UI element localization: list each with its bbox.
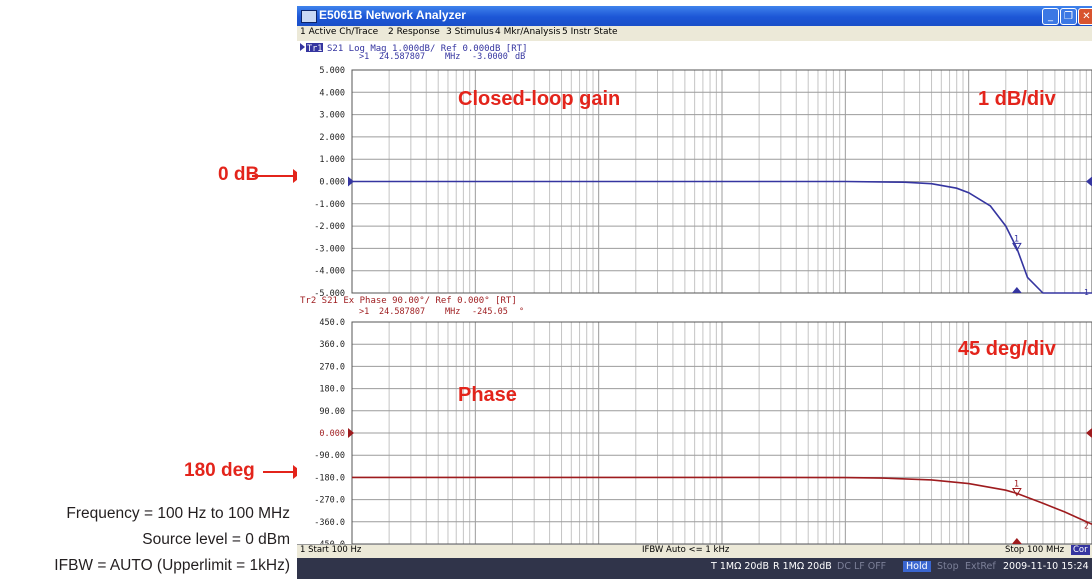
channel-status-bar: 1 Start 100 Hz IFBW Auto <= 1 kHz Stop 1… (297, 544, 1092, 558)
trace2-marker-value-unit: ° (519, 307, 524, 317)
y-tick-label: 450.0 (319, 318, 345, 328)
arrow-0db (252, 169, 302, 183)
y-tick-label: -3.000 (314, 244, 345, 254)
gain-title-annotation: Closed-loop gain (458, 88, 621, 110)
window-title: E5061B Network Analyzer (319, 8, 466, 22)
menu-mkr-analysis[interactable]: 4 Mkr/Analysis (495, 27, 560, 37)
y-tick-label: 5.000 (319, 66, 345, 76)
y-tick-label: -4.000 (314, 267, 345, 277)
trace2-marker-frequency: 24.587807 (379, 307, 425, 317)
start-frequency[interactable]: 1 Start 100 Hz (300, 545, 361, 555)
menu-stimulus[interactable]: 3 Stimulus (446, 27, 494, 37)
trace-number-label: 2 (1084, 521, 1089, 530)
datetime: 2009-11-10 15:24 (1003, 561, 1089, 572)
menu-response[interactable]: 2 Response (388, 27, 440, 37)
trace2-marker-value: -245.05 (472, 307, 508, 317)
y-tick-label: 90.00 (319, 407, 345, 417)
tr1-label: Tr1 (307, 44, 322, 54)
t-input-status: T 1MΩ 20dB (711, 561, 769, 572)
y-tick-label: 180.0 (319, 385, 345, 395)
y-tick-label: -270.0 (314, 496, 345, 506)
menu-bar: 1 Active Ch/Trace 2 Response 3 Stimulus … (297, 26, 1092, 41)
y-tick-label: -90.00 (314, 451, 345, 461)
minimize-icon[interactable]: _ (1042, 8, 1059, 25)
trace1-marker-frequency: 24.587807 (379, 52, 425, 62)
note-ifbw: IFBW = AUTO (Upperlimit = 1kHz) (54, 557, 290, 574)
trace-number-label: 1 (1084, 288, 1089, 297)
y-tick-label: 3.000 (319, 111, 345, 121)
annotation-180deg: 180 deg (184, 460, 255, 481)
y-tick-label: -180.0 (314, 473, 345, 483)
trace1-marker-number: >1 (359, 52, 369, 62)
note-source-level: Source level = 0 dBm (142, 531, 290, 548)
y-tick-label: -360.0 (314, 518, 345, 528)
y-tick-label: -5.000 (314, 289, 345, 299)
title-bar[interactable]: E5061B Network Analyzer _ ❐ ✕ (297, 6, 1092, 26)
marker-label: 1 (1014, 234, 1019, 244)
note-frequency: Frequency = 100 Hz to 100 MHz (66, 505, 290, 522)
y-tick-label: 270.0 (319, 362, 345, 372)
y-tick-label: 2.000 (319, 133, 345, 143)
menu-instr-state[interactable]: 5 Instr State (562, 27, 618, 37)
trace2-marker-unit: MHz (445, 307, 460, 317)
trace1-marker-value: -3.0000 (472, 52, 508, 62)
app-icon (301, 10, 317, 23)
stop-status: Stop (937, 561, 959, 572)
y-tick-label: 1.000 (319, 155, 345, 165)
gain-scale-annotation: 1 dB/div (978, 88, 1056, 110)
trace1-marker-unit: MHz (445, 52, 460, 62)
stop-frequency[interactable]: Stop 100 MHz (1005, 545, 1064, 555)
hold-status[interactable]: Hold (903, 561, 931, 572)
y-tick-label: 0.000 (319, 178, 345, 188)
ifbw-status[interactable]: IFBW Auto <= 1 kHz (642, 545, 729, 555)
close-icon[interactable]: ✕ (1078, 8, 1092, 25)
menu-active-ch-trace[interactable]: 1 Active Ch/Trace (300, 27, 378, 37)
y-tick-label: -1.000 (314, 200, 345, 210)
restore-icon[interactable]: ❐ (1060, 8, 1077, 25)
r-input-status: R 1MΩ 20dB (773, 561, 832, 572)
trace2-marker-number: >1 (359, 307, 369, 317)
y-tick-label: 0.000 (319, 429, 345, 439)
y-tick-label: -2.000 (314, 222, 345, 232)
y-tick-label: 4.000 (319, 88, 345, 98)
marker-label: 1 (1014, 479, 1019, 489)
network-analyzer-window: E5061B Network Analyzer _ ❐ ✕ 1 Active C… (297, 6, 1092, 579)
phase-scale-annotation: 45 deg/div (958, 338, 1056, 360)
phase-title-annotation: Phase (458, 384, 517, 406)
y-tick-label: 360.0 (319, 340, 345, 350)
trace-display: Tr1 S21 Log Mag 1.000dB/ Ref 0.000dB [RT… (297, 41, 1092, 544)
instrument-status-bar: T 1MΩ 20dB R 1MΩ 20dB DC LF OFF Hold Sto… (297, 558, 1092, 579)
dc-lf-status: DC LF OFF (837, 561, 887, 572)
trace1-marker-value-unit: dB (515, 52, 525, 62)
correction-badge: Cor (1071, 545, 1090, 555)
extref-status: ExtRef (965, 561, 996, 572)
arrow-180deg (263, 465, 302, 479)
